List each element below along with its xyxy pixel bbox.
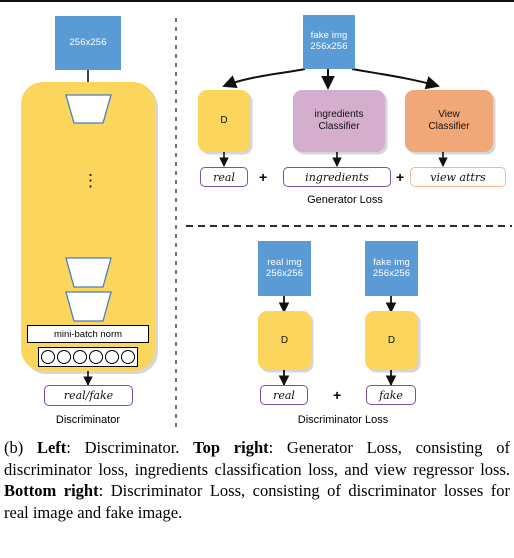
operator-plus-2: + bbox=[396, 169, 405, 185]
neuron-circle bbox=[73, 350, 87, 364]
module-label-line2: Classifier bbox=[318, 121, 360, 132]
module-discriminator-real: D bbox=[258, 311, 311, 370]
neuron-circle bbox=[89, 350, 103, 364]
caption-bold-bottomright: Bottom right bbox=[4, 481, 99, 500]
conv-trapezoid-3 bbox=[65, 291, 112, 322]
left-input-block: 256x256 bbox=[55, 16, 121, 70]
neuron-circle bbox=[121, 350, 135, 364]
module-label-line1: D bbox=[220, 115, 228, 126]
module-view-classifier: View Classifier bbox=[405, 90, 493, 152]
module-discriminator: D bbox=[198, 90, 250, 152]
conv-trapezoid-2 bbox=[65, 257, 112, 288]
module-label-line1: View bbox=[438, 109, 460, 120]
module-ingredients-classifier: ingredients Classifier bbox=[293, 90, 385, 152]
neuron-circle bbox=[41, 350, 55, 364]
module-label-line1: ingredients bbox=[314, 109, 364, 120]
caption-prefix: (b) bbox=[4, 438, 37, 457]
neuron-circle bbox=[57, 350, 71, 364]
output-pill-ingredients: ingredients bbox=[283, 167, 391, 187]
neuron-row bbox=[38, 347, 138, 367]
caption-bold-left: Left bbox=[36, 438, 67, 457]
generator-loss-caption: Generator Loss bbox=[307, 194, 383, 206]
vertical-ellipsis: ⋮ bbox=[82, 171, 99, 190]
figure-diagram: 256x256 ⋮ mini-batch norm real/fake Disc… bbox=[0, 0, 514, 440]
output-pill-real: real bbox=[200, 167, 248, 187]
left-output-pill: real/fake bbox=[44, 385, 133, 406]
operator-plus-1: + bbox=[259, 169, 268, 185]
mini-batch-norm-label: mini-batch norm bbox=[53, 328, 123, 340]
topright-input-block: fake img 256x256 bbox=[303, 15, 355, 69]
figure-caption: (b) Left: Discriminator. Top right: Gene… bbox=[4, 437, 510, 523]
module-label-line2: Classifier bbox=[428, 121, 470, 132]
discriminator-loss-caption: Discriminator Loss bbox=[297, 414, 389, 426]
operator-plus-bottom: + bbox=[333, 387, 342, 403]
left-input-line1: 256x256 bbox=[69, 36, 107, 48]
left-panel-caption: Discriminator bbox=[55, 414, 121, 426]
output-pill-fake: fake bbox=[366, 385, 416, 405]
caption-text-1: : Discriminator. bbox=[66, 438, 194, 457]
bottomright-input-fake: fake img 256x256 bbox=[365, 241, 418, 296]
conv-trapezoid-1 bbox=[65, 94, 112, 124]
topright-input-line2: 256x256 bbox=[310, 41, 348, 52]
module-discriminator-fake: D bbox=[365, 311, 418, 370]
caption-bold-topright: Top right bbox=[193, 438, 269, 457]
neuron-circle bbox=[105, 350, 119, 364]
output-pill-view-attrs: view attrs bbox=[410, 167, 506, 187]
bottomright-input-real: real img 256x256 bbox=[258, 241, 311, 296]
output-pill-real-bottom: real bbox=[260, 385, 308, 405]
mini-batch-norm-box: mini-batch norm bbox=[27, 325, 149, 343]
